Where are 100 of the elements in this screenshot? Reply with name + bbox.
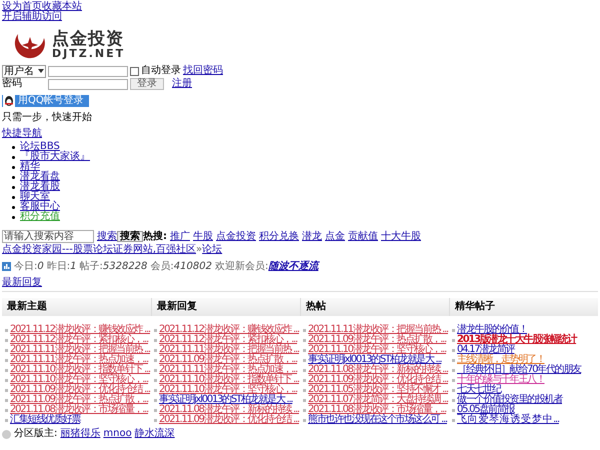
bullet-icon bbox=[303, 328, 306, 332]
thread-link[interactable]: 2021.11.12潜龙收评：赚钱效应炸 ... bbox=[10, 325, 150, 335]
logo-subtitle: DJTZ.NET bbox=[52, 48, 126, 60]
thread-link[interactable]: 2021.11.09潜龙收评：优化持仓结 ... bbox=[308, 375, 448, 385]
thread-link[interactable]: 2021.11.08潜龙收评：市场缩量，... bbox=[308, 405, 446, 415]
hot-search-link[interactable]: 贡献值 bbox=[348, 231, 378, 242]
auto-login-label: 自动登录 bbox=[141, 66, 181, 76]
bullet-icon bbox=[5, 418, 8, 422]
nav-link[interactable]: 聊天室 bbox=[20, 192, 50, 202]
thread-link[interactable]: ［经典怀旧］献给70年代的朋友 bbox=[457, 365, 581, 375]
thread-link[interactable]: 2021.11.11潜龙午评：热点加速，... bbox=[159, 365, 298, 375]
thread-link[interactable]: 2021.11.09潜龙收评：优化持仓结 ... bbox=[159, 415, 299, 425]
yesterday-count: 1 bbox=[70, 261, 76, 272]
thread-link[interactable]: 2021.11.08潜龙午评：新标的持续 ... bbox=[308, 365, 448, 375]
bullet-icon bbox=[452, 358, 455, 362]
find-password-link[interactable]: 找回密码 bbox=[183, 66, 223, 76]
thread-link[interactable]: 2021.11.12潜龙收评：赚钱效应炸 ... bbox=[159, 325, 299, 335]
search-link[interactable]: 搜索 bbox=[97, 231, 117, 242]
thread-link[interactable]: 汇集短线优质好票 bbox=[10, 415, 80, 425]
bullet-icon bbox=[12, 206, 15, 208]
nav-link[interactable]: 潜龙看盘 bbox=[20, 172, 60, 182]
thread-link[interactable]: 2021.11.12潜龙午评：紧扣核心，... bbox=[10, 335, 148, 345]
thread-link[interactable]: 05.05盘前简报 bbox=[457, 405, 514, 415]
bullet-icon bbox=[5, 388, 8, 392]
hot-search-link[interactable]: 十大牛股 bbox=[381, 231, 421, 242]
breadcrumb-link[interactable]: 点金投资家园---股票论坛证券网站,百强社区 bbox=[2, 244, 196, 255]
thread-link[interactable]: 2021.11.09潜龙收评：优化持仓结 ... bbox=[10, 385, 150, 395]
thread-link[interactable]: 飞 向 爱 琴 海 诱 受 梦 中 ... bbox=[457, 415, 559, 425]
thread-link[interactable]: 2021.11.05潜龙收评：坚持不懈才 ... bbox=[308, 385, 448, 395]
bullet-icon bbox=[452, 378, 455, 382]
latest-reply-link[interactable]: 最新回复 bbox=[2, 277, 42, 288]
nav-link[interactable]: 论坛BBS bbox=[20, 142, 60, 152]
bullet-icon bbox=[12, 156, 15, 158]
hot-search-link[interactable]: 点金投资 bbox=[216, 231, 256, 242]
thread-link[interactable]: 做一个价值投资里的投机者 bbox=[457, 395, 562, 405]
thread-link[interactable]: 熊市也许也没现在这个市场这么可 ... bbox=[308, 415, 447, 425]
moderator-icon bbox=[2, 430, 11, 438]
auto-login-checkbox[interactable] bbox=[130, 66, 139, 76]
username-select[interactable]: 用户名 bbox=[2, 64, 46, 78]
thread-link[interactable]: 2021.11.09潜龙午评：热点扩散，... bbox=[308, 335, 446, 345]
thread-link[interactable]: 2021.11.11潜龙收评：把握当前热 ... bbox=[159, 345, 299, 355]
thread-link[interactable]: 2021.11.07潜龙简评：大盘持续调 ... bbox=[308, 395, 448, 405]
nav-link[interactable]: 客服中心 bbox=[20, 202, 60, 212]
password-label: 密码 bbox=[2, 79, 23, 89]
username-field[interactable] bbox=[48, 66, 128, 76]
bullet-icon bbox=[12, 216, 15, 218]
bullet-icon bbox=[303, 378, 306, 382]
thread-link[interactable]: 2021.11.09潜龙午评：热点扩散，... bbox=[10, 395, 148, 405]
thread-link[interactable]: 2021.11.08潜龙午评：新标的持续 ... bbox=[159, 405, 299, 415]
thread-link[interactable]: 2021.11.11潜龙午评：热点加速，... bbox=[10, 355, 148, 365]
quick-nav-link[interactable]: 快捷导航 bbox=[2, 129, 42, 139]
bullet-icon bbox=[452, 398, 455, 402]
thread-link[interactable]: 2021.11.10潜龙午评：坚守核心，... bbox=[159, 385, 298, 395]
thread-link[interactable]: 04.17潜龙简评 bbox=[457, 345, 514, 355]
top-link[interactable]: 设为首页收藏本站 bbox=[2, 2, 82, 12]
bullet-icon bbox=[452, 388, 455, 392]
qq-login-button[interactable]: 用QQ帐号登录 bbox=[2, 95, 89, 107]
new-member-link[interactable]: 随波不逐流 bbox=[268, 261, 318, 272]
thread-link[interactable]: 2021.11.10潜龙午评：坚守核心，... bbox=[10, 375, 148, 385]
thread-link[interactable]: 2021.11.10潜龙午评：坚守核心，... bbox=[308, 345, 446, 355]
thread-link[interactable]: 2021.11.11潜龙收评：把握当前热 ... bbox=[308, 325, 448, 335]
thread-link[interactable]: 2021.11.08潜龙收评：市场缩量，... bbox=[10, 405, 148, 415]
bullet-icon bbox=[154, 358, 157, 362]
search-button[interactable]: 搜索 bbox=[117, 231, 143, 242]
thread-link[interactable]: 2021.11.11潜龙收评：把握当前热 ... bbox=[10, 345, 150, 355]
caret-icon bbox=[38, 69, 44, 73]
bullet-icon bbox=[154, 418, 157, 422]
bullet-icon bbox=[303, 358, 306, 362]
moderator-link[interactable]: 静水流深 bbox=[134, 429, 175, 439]
nav-link[interactable]: 『股市大家谈』 bbox=[20, 152, 90, 162]
moderator-link[interactable]: 丽猪得乐 bbox=[60, 429, 100, 439]
hot-search-link[interactable]: 牛股 bbox=[193, 231, 213, 242]
login-button[interactable]: 登录 bbox=[130, 78, 164, 90]
thread-link[interactable]: 事实证明jxl0013的ST柏龙就是大 ... bbox=[159, 395, 292, 405]
bullet-icon bbox=[12, 166, 15, 168]
bullet-icon bbox=[5, 398, 8, 402]
hot-search-link[interactable]: 潜龙 bbox=[302, 231, 322, 242]
thread-link[interactable]: 2021.11.10潜龙收评：指数单针下 ... bbox=[159, 375, 299, 385]
breadcrumb-link[interactable]: 论坛 bbox=[202, 244, 222, 255]
top-link[interactable]: 开启辅助访问 bbox=[2, 12, 62, 22]
thread-link[interactable]: 潜龙牛股的价值！ bbox=[457, 325, 527, 335]
bullet-icon bbox=[12, 146, 15, 148]
password-field[interactable] bbox=[48, 78, 128, 90]
thread-link[interactable]: 2021.11.12潜龙午评：紧扣核心，... bbox=[159, 335, 298, 345]
bullet-icon bbox=[12, 176, 15, 178]
hot-search-link[interactable]: 点金 bbox=[325, 231, 345, 242]
thread-link[interactable]: 2021.11.10潜龙收评：指数单针下 ... bbox=[10, 365, 150, 375]
bullet-icon bbox=[303, 348, 306, 352]
moderator-link[interactable]: mnoo bbox=[103, 429, 132, 439]
hot-search-label: 热搜: bbox=[143, 231, 167, 242]
nav-link[interactable]: 精华 bbox=[20, 162, 40, 172]
nav-link[interactable]: 潜龙看股 bbox=[20, 182, 60, 192]
thread-link[interactable]: 十年的缘与千年王八！ bbox=[457, 375, 544, 385]
thread-link[interactable]: 2021.11.09潜龙午评：热点扩散，... bbox=[159, 355, 298, 365]
thread-link[interactable]: 2013版潜龙十大牛股涨幅统计 bbox=[457, 335, 576, 345]
register-link[interactable]: 注册 bbox=[172, 79, 192, 89]
hot-search-link[interactable]: 推广 bbox=[170, 231, 190, 242]
hot-search-link[interactable]: 积分兑换 bbox=[259, 231, 299, 242]
thread-link[interactable]: 事实证明jxl0013的ST柏龙就是大 ... bbox=[308, 355, 442, 365]
thread-link[interactable]: 七天七世纪 bbox=[457, 385, 501, 395]
